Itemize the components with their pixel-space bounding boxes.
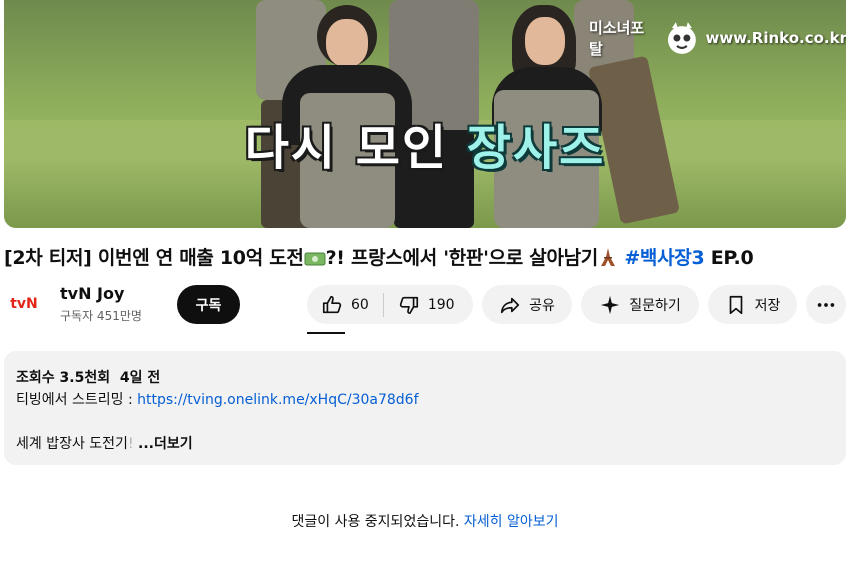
eiffel-tower-emoji-icon: [600, 248, 615, 266]
channel-avatar[interactable]: tvN: [4, 284, 44, 324]
video-thumbnail[interactable]: 다시 모인 장사즈 미소녀포탈 www.Rinko.co.kr: [4, 0, 846, 228]
more-horizontal-icon: [817, 302, 835, 307]
video-title-after-money: ?! 프랑스에서 '한판'으로 살아남기: [325, 247, 599, 269]
dislike-count: 190: [427, 296, 455, 313]
like-active-indicator: [307, 332, 345, 334]
streaming-link[interactable]: https://tving.onelink.me/xHqC/30a78d6f: [137, 392, 418, 408]
save-button[interactable]: 저장: [708, 285, 797, 324]
more-actions-button[interactable]: [806, 285, 846, 324]
channel-name[interactable]: tvN Joy: [60, 284, 124, 303]
comments-disabled-notice: 댓글이 사용 중지되었습니다. 자세히 알아보기: [0, 511, 850, 531]
sparkle-icon: [601, 295, 620, 314]
description-streaming-line: 티빙에서 스트리밍 : https://tving.onelink.me/xHq…: [16, 389, 419, 409]
watermark-logo-icon: [667, 22, 696, 54]
like-button[interactable]: 60: [307, 285, 383, 324]
subscriber-count: 구독자 451만명: [60, 309, 142, 323]
video-title-main: [2차 티저] 이번엔 연 매출 10억 도전: [4, 247, 304, 269]
money-emoji-icon: [304, 252, 326, 266]
show-more-link[interactable]: ...더보기: [138, 436, 193, 452]
share-button[interactable]: 공유: [482, 285, 572, 324]
comments-disabled-text: 댓글이 사용 중지되었습니다.: [291, 514, 464, 530]
bookmark-icon: [729, 295, 742, 314]
description-meta: 조회수 3.5천회 4일 전: [16, 367, 160, 387]
video-title-end: EP.0: [704, 247, 754, 269]
description-box[interactable]: 조회수 3.5천회 4일 전 티빙에서 스트리밍 : https://tving…: [4, 351, 846, 465]
ask-button[interactable]: 질문하기: [581, 285, 699, 324]
share-icon: [501, 297, 520, 313]
description-snippet-fade: !: [127, 436, 134, 452]
streaming-label: 티빙에서 스트리밍 :: [16, 392, 138, 408]
save-label: 저장: [754, 297, 781, 314]
description-snippet: 세계 밥장사 도전기: [16, 436, 128, 452]
thumbs-down-icon: [399, 296, 418, 314]
watermark-right: www.Rinko.co.kr: [705, 29, 846, 47]
like-count: 60: [351, 296, 369, 313]
ask-label: 질문하기: [629, 297, 681, 314]
video-title: [2차 티저] 이번엔 연 매출 10억 도전 ?! 프랑스에서 '한판'으로 살…: [4, 243, 846, 270]
thumbs-up-icon: [322, 295, 342, 313]
video-hashtag-link[interactable]: #백사장3: [624, 247, 704, 269]
learn-more-link[interactable]: 자세히 알아보기: [464, 514, 559, 530]
description-snippet-line: 세계 밥장사 도전기! ...더보기: [16, 433, 193, 453]
dislike-button[interactable]: 190: [384, 285, 469, 324]
thumbnail-title: 다시 모인 장사즈: [4, 108, 846, 178]
view-count: 조회수 3.5천회: [16, 370, 111, 386]
upload-date: 4일 전: [119, 370, 161, 386]
subscribe-button[interactable]: 구독: [177, 285, 240, 324]
like-dislike-bar: 60 190: [307, 285, 473, 324]
thumbnail-title-part2: 장사즈: [466, 120, 606, 176]
watermark-left: 미소녀포탈: [589, 19, 645, 58]
watermark: 미소녀포탈 www.Rinko.co.kr: [589, 18, 846, 58]
share-label: 공유: [529, 297, 555, 314]
thumbnail-title-part1: 다시 모인: [244, 120, 467, 176]
